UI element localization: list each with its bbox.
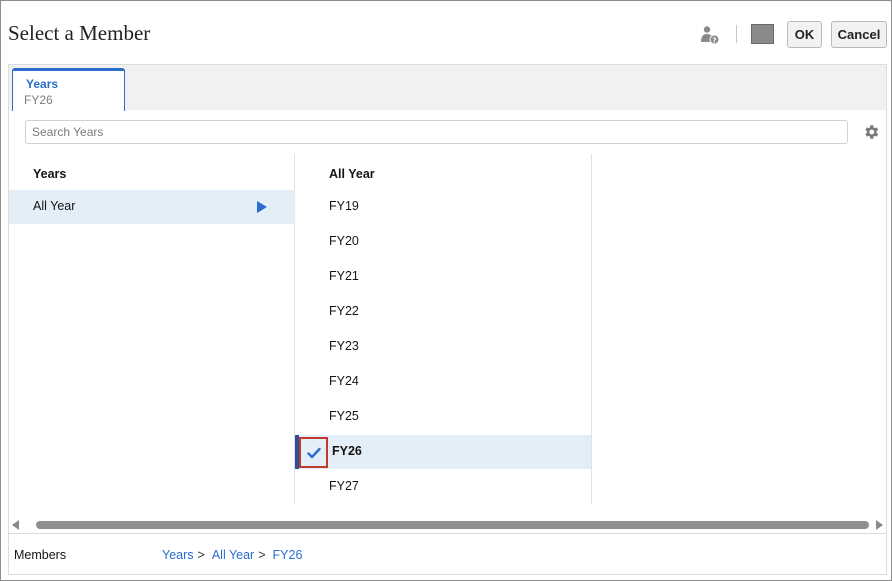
breadcrumb-all-year[interactable]: All Year <box>212 548 254 562</box>
column-header: All Year <box>329 167 375 181</box>
scroll-right-icon[interactable] <box>876 520 883 530</box>
scroll-left-icon[interactable] <box>12 520 19 530</box>
list-item[interactable]: FY27 <box>295 470 591 504</box>
list-item-label: FY19 <box>329 199 359 213</box>
breadcrumb-years[interactable]: Years <box>162 548 194 562</box>
ok-button-label: OK <box>794 27 815 42</box>
view-toggle-button[interactable] <box>751 24 774 44</box>
list-item-label: FY23 <box>329 339 359 353</box>
list-item[interactable]: FY23 <box>295 330 591 364</box>
search-input[interactable] <box>25 120 848 144</box>
column-years: Years All Year <box>9 154 295 504</box>
play-arrow-icon[interactable] <box>257 201 267 213</box>
tab-years[interactable]: Years FY26 <box>12 68 125 111</box>
list-item-label: FY25 <box>329 409 359 423</box>
list-item[interactable]: FY25 <box>295 400 591 434</box>
list-item[interactable]: All Year <box>9 190 295 224</box>
cancel-button[interactable]: Cancel <box>831 21 887 48</box>
breadcrumb: Years > All Year > FY26 <box>162 548 302 562</box>
breadcrumb-separator: > <box>258 548 266 562</box>
list-item-label: FY24 <box>329 374 359 388</box>
user-help-icon[interactable]: ? <box>700 25 720 45</box>
cancel-button-label: Cancel <box>837 27 881 42</box>
tab-title: Years <box>26 77 59 91</box>
ok-button[interactable]: OK <box>787 21 822 48</box>
list-item-label: FY20 <box>329 234 359 248</box>
list-item-label: FY27 <box>329 479 359 493</box>
check-icon <box>306 447 321 458</box>
list-item-label: FY22 <box>329 304 359 318</box>
members-label: Members <box>14 548 67 562</box>
dimension-tab-strip: Years FY26 <box>8 64 887 111</box>
members-footer: Members Years > All Year > FY26 <box>8 533 887 575</box>
list-item-selected[interactable]: FY26 <box>295 435 591 469</box>
list-item[interactable]: FY20 <box>295 225 591 259</box>
gear-icon[interactable] <box>862 123 880 141</box>
member-browser: Years All Year All Year FY19 FY20 FY21 F… <box>8 110 887 533</box>
list-item[interactable]: FY22 <box>295 295 591 329</box>
member-checkbox[interactable] <box>299 437 328 468</box>
column-all-year: All Year FY19 FY20 FY21 FY22 FY23 FY24 F… <box>295 154 592 504</box>
dialog-title: Select a Member <box>8 21 151 45</box>
header-divider <box>736 25 737 43</box>
column-header: Years <box>33 167 67 181</box>
list-item[interactable]: FY21 <box>295 260 591 294</box>
list-item-label: FY26 <box>332 444 362 458</box>
scrollbar-thumb[interactable] <box>36 521 869 529</box>
list-item[interactable]: FY19 <box>295 190 591 224</box>
select-member-dialog: Select a Member ? OK Cancel Years FY26 Y… <box>0 0 892 581</box>
horizontal-scrollbar[interactable] <box>8 516 887 533</box>
list-item-label: All Year <box>33 199 76 213</box>
list-item-label: FY21 <box>329 269 359 283</box>
breadcrumb-separator: > <box>197 548 205 562</box>
svg-text:?: ? <box>712 36 716 44</box>
breadcrumb-fy26[interactable]: FY26 <box>273 548 303 562</box>
list-item[interactable]: FY24 <box>295 365 591 399</box>
tab-selected-value: FY26 <box>24 93 53 107</box>
